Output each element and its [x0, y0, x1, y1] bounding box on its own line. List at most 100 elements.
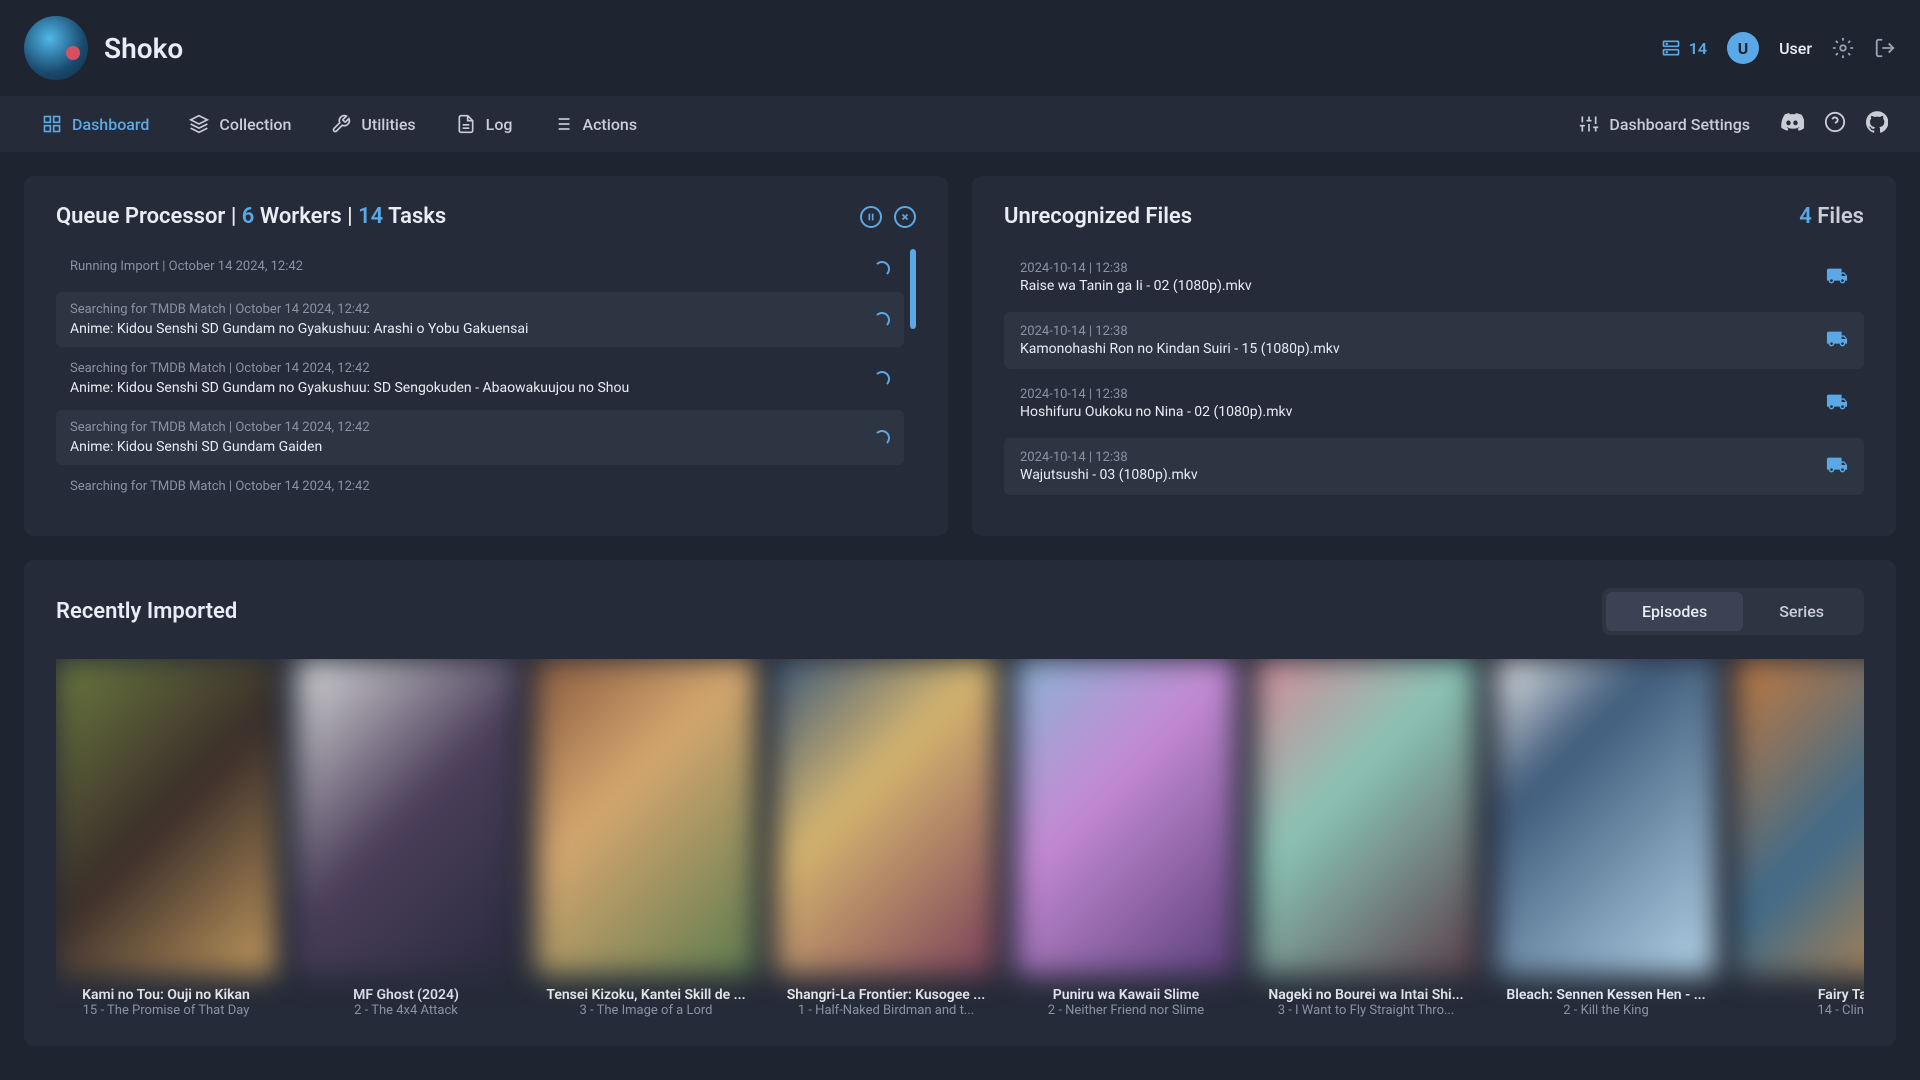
avatar[interactable]: U: [1727, 32, 1759, 64]
file-date: 2024-10-14 | 12:38: [1020, 387, 1292, 402]
rescan-file-button[interactable]: [1826, 265, 1848, 291]
file-name: Raise wa Tanin ga Ii - 02 (1080p).mkv: [1020, 278, 1252, 294]
task-detail: Anime: Kidou Senshi SD Gundam Gaiden: [70, 439, 890, 455]
nav-utilities[interactable]: Utilities: [313, 104, 433, 144]
episode-card[interactable]: Kami no Tou: Ouji no Kikan 15 - The Prom…: [56, 659, 276, 1018]
task-item: Searching for TMDB Match | October 14 20…: [56, 410, 904, 465]
files-count: 4 Files: [1799, 204, 1864, 229]
pause-queue-button[interactable]: [860, 206, 882, 228]
file-item: 2024-10-14 | 12:38 Wajutsushi - 03 (1080…: [1004, 438, 1864, 495]
queue-indicator[interactable]: 14: [1661, 38, 1707, 58]
help-link[interactable]: [1816, 103, 1854, 145]
settings-button[interactable]: [1832, 37, 1854, 59]
workers-count: 6: [242, 204, 255, 229]
file-item: 2024-10-14 | 12:38 Kamonohashi Ron no Ki…: [1004, 312, 1864, 369]
tools-icon: [331, 114, 351, 134]
file-info: 2024-10-14 | 12:38 Hoshifuru Oukoku no N…: [1020, 387, 1292, 420]
file-info: 2024-10-14 | 12:38 Kamonohashi Ron no Ki…: [1020, 324, 1340, 357]
truck-icon: [1826, 454, 1848, 476]
file-date: 2024-10-14 | 12:38: [1020, 324, 1340, 339]
spinner-icon: [874, 261, 890, 277]
task-meta: Searching for TMDB Match | October 14 20…: [70, 420, 890, 435]
task-item: Searching for TMDB Match | October 14 20…: [56, 351, 904, 406]
layers-icon: [189, 114, 209, 134]
file-item: 2024-10-14 | 12:38 Hoshifuru Oukoku no N…: [1004, 375, 1864, 432]
nav-label: Log: [486, 115, 513, 134]
app-header: Shoko 14 U User: [0, 0, 1920, 96]
tab-episodes[interactable]: Episodes: [1606, 592, 1743, 631]
episode-card[interactable]: Puniru wa Kawaii Slime 2 - Neither Frien…: [1016, 659, 1236, 1018]
task-detail: Anime: Kidou Senshi SD Gundam no Gyakush…: [70, 321, 890, 337]
header-right: 14 U User: [1661, 32, 1896, 64]
file-text-icon: [456, 114, 476, 134]
card-title: Fairy Tail: [1736, 987, 1864, 1003]
queue-count: 14: [1689, 39, 1707, 58]
user-name[interactable]: User: [1779, 39, 1812, 58]
dashboard-icon: [42, 114, 62, 134]
card-subtitle: 1 - Half-Naked Birdman and t...: [776, 1003, 996, 1018]
episode-card[interactable]: Nageki no Bourei wa Intai Shi... 3 - I W…: [1256, 659, 1476, 1018]
card-title: MF Ghost (2024): [296, 987, 516, 1003]
nav-label: Collection: [219, 115, 291, 134]
file-info: 2024-10-14 | 12:38 Raise wa Tanin ga Ii …: [1020, 261, 1252, 294]
help-icon: [1824, 111, 1846, 133]
card-subtitle: 2 - The 4x4 Attack: [296, 1003, 516, 1018]
cards-row[interactable]: Kami no Tou: Ouji no Kikan 15 - The Prom…: [56, 659, 1864, 1018]
truck-icon: [1826, 391, 1848, 413]
unrecognized-title: Unrecognized Files: [1004, 204, 1192, 229]
episode-card[interactable]: Shangri-La Frontier: Kusogee ... 1 - Hal…: [776, 659, 996, 1018]
card-title: Tensei Kizoku, Kantei Skill de ...: [536, 987, 756, 1003]
queue-title-prefix: Queue Processor |: [56, 204, 242, 229]
card-title: Kami no Tou: Ouji no Kikan: [56, 987, 276, 1003]
tasks-count: 14: [358, 204, 383, 229]
github-icon: [1866, 111, 1888, 133]
rescan-file-button[interactable]: [1826, 391, 1848, 417]
gear-icon: [1832, 37, 1854, 59]
task-meta: Searching for TMDB Match | October 14 20…: [70, 361, 890, 376]
clear-queue-button[interactable]: [894, 206, 916, 228]
server-icon: [1661, 38, 1681, 58]
file-name: Wajutsushi - 03 (1080p).mkv: [1020, 467, 1198, 483]
card-title: Shangri-La Frontier: Kusogee ...: [776, 987, 996, 1003]
queue-header: Queue Processor | 6 Workers | 14 Tasks: [56, 204, 916, 229]
card-subtitle: 3 - I Want to Fly Straight Thro...: [1256, 1003, 1476, 1018]
episode-card[interactable]: MF Ghost (2024) 2 - The 4x4 Attack: [296, 659, 516, 1018]
discord-link[interactable]: [1772, 102, 1812, 146]
scrollbar-thumb[interactable]: [910, 249, 916, 329]
nav-left: Dashboard Collection Utilities Log Actio…: [24, 104, 655, 144]
unrecognized-header: Unrecognized Files 4 Files: [1004, 204, 1864, 229]
card-thumbnail: [1736, 659, 1864, 975]
episode-card[interactable]: Tensei Kizoku, Kantei Skill de ... 3 - T…: [536, 659, 756, 1018]
task-list[interactable]: Running Import | October 14 2024, 12:42 …: [56, 249, 916, 508]
queue-controls: [860, 206, 916, 228]
card-subtitle: 2 - Neither Friend nor Slime: [1016, 1003, 1236, 1018]
nav-right: Dashboard Settings: [1561, 102, 1896, 146]
nav-collection[interactable]: Collection: [171, 104, 309, 144]
count-label: Files: [1812, 204, 1864, 229]
card-thumbnail: [1496, 659, 1716, 975]
card-subtitle: 3 - The Image of a Lord: [536, 1003, 756, 1018]
file-name: Kamonohashi Ron no Kindan Suiri - 15 (10…: [1020, 341, 1340, 357]
nav-log[interactable]: Log: [438, 104, 531, 144]
logout-icon: [1874, 37, 1896, 59]
card-title: Bleach: Sennen Kessen Hen - ...: [1496, 987, 1716, 1003]
queue-title: Queue Processor | 6 Workers | 14 Tasks: [56, 204, 446, 229]
nav-dashboard-settings[interactable]: Dashboard Settings: [1561, 104, 1768, 144]
episode-card[interactable]: Bleach: Sennen Kessen Hen - ... 2 - Kill…: [1496, 659, 1716, 1018]
discord-icon: [1780, 110, 1804, 134]
file-date: 2024-10-14 | 12:38: [1020, 261, 1252, 276]
nav-label: Dashboard: [72, 115, 149, 134]
episode-card[interactable]: Fairy Tail 14 - Cling!: [1736, 659, 1864, 1018]
task-meta: Searching for TMDB Match | October 14 20…: [70, 302, 890, 317]
nav-actions[interactable]: Actions: [534, 104, 655, 144]
top-row: Queue Processor | 6 Workers | 14 Tasks R…: [24, 176, 1896, 536]
recent-title: Recently Imported: [56, 599, 237, 624]
github-link[interactable]: [1858, 103, 1896, 145]
rescan-file-button[interactable]: [1826, 454, 1848, 480]
pause-icon: [866, 212, 876, 222]
nav-dashboard[interactable]: Dashboard: [24, 104, 167, 144]
main-content: Queue Processor | 6 Workers | 14 Tasks R…: [0, 152, 1920, 1070]
rescan-file-button[interactable]: [1826, 328, 1848, 354]
logout-button[interactable]: [1874, 37, 1896, 59]
tab-series[interactable]: Series: [1743, 592, 1860, 631]
